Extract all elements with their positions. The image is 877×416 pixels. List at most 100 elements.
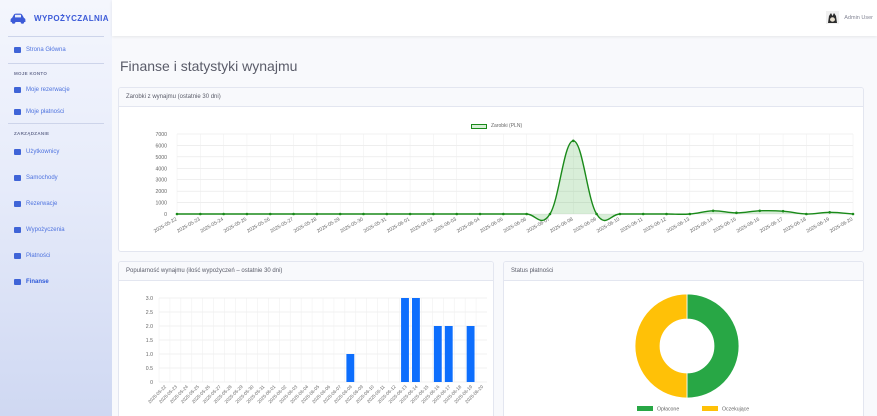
data-point [571,139,575,143]
sidebar-item-label: Strona Główna [26,47,66,53]
x-tick-label: 2025-06-20 [829,216,854,234]
x-tick-label: 2025-06-01 [386,216,411,234]
sidebar-item-my-payments[interactable]: Moje płatności [0,101,112,123]
x-tick-label: 2025-05-27 [269,216,294,234]
x-tick-label: 2025-05-22 [153,216,178,234]
x-tick-label: 2025-06-12 [642,216,667,234]
data-point [758,209,762,213]
y-tick-label: 0.5 [146,366,153,372]
sidebar-item-label: Użytkownicy [26,149,60,155]
x-tick-label: 2025-06-14 [689,216,714,234]
data-point [362,212,365,216]
data-point [315,212,319,216]
bar [433,326,442,382]
data-point [199,212,202,216]
popularity-card: Popularność wynajmu (ilość wypożyczeń – … [118,261,494,416]
card-title: Zarobki z wynajmu (ostatnie 30 dni) [119,88,863,107]
pie-slice [634,293,688,399]
x-tick-label: 2025-06-19 [806,216,831,234]
sidebar-heading-account: MOJE KONTO [14,70,48,76]
legend-label: Oczekujące [722,407,749,413]
sidebar-item-reservations[interactable]: Rezerwacje [0,191,112,217]
y-tick-label: 2.5 [146,310,153,316]
y-tick-label: 3000 [155,178,167,184]
y-tick-label: 2.0 [146,324,153,330]
y-tick-label: 1.0 [146,352,153,358]
pie-slice [686,293,740,399]
x-tick-label: 2025-06-08 [549,216,574,234]
calendar-icon [14,87,21,93]
earnings-card: Zarobki z wynajmu (ostatnie 30 dni) Zaro… [118,87,864,252]
x-tick-label: 2025-05-24 [199,216,224,234]
x-tick-label: 2025-05-23 [176,216,201,234]
divider [8,123,104,124]
bar [411,298,420,382]
y-tick-label: 7000 [155,132,167,138]
x-tick-label: 2025-05-25 [223,216,248,234]
user-name: Admin User [844,14,873,21]
data-point [735,211,738,215]
sidebar-item-cars[interactable]: Samochody [0,165,112,191]
avatar [826,11,840,24]
legend-swatch [637,406,653,411]
x-tick-label: 2025-06-04 [456,216,481,234]
data-point [525,212,528,216]
legend-swatch [702,406,718,411]
data-point [455,212,459,216]
calendar-icon [14,201,21,207]
data-point [338,212,342,216]
bar [444,326,453,382]
user-menu[interactable]: Admin User [826,11,873,24]
data-point [245,212,249,216]
money-icon [14,253,21,259]
y-tick-label: 3.0 [146,296,153,302]
series-area [177,140,853,221]
car-icon [10,13,26,24]
x-tick-label: 2025-05-31 [363,216,388,234]
sidebar-item-label: Rezerwacje [26,201,58,207]
sidebar-item-finance[interactable]: Finanse [0,269,112,295]
brand[interactable]: WYPOŻYCZALNIA [0,0,112,36]
sidebar-item-label: Samochody [26,175,58,181]
bar [346,354,355,382]
sidebar-item-home[interactable]: Strona Główna [0,37,112,63]
sidebar-item-label: Płatności [26,253,51,259]
x-tick-label: 2025-06-11 [619,216,644,234]
sidebar-heading-admin: ZARZĄDZANIE [14,130,50,136]
users-icon [14,149,21,155]
file-icon [14,227,21,233]
sidebar-item-my-reservations[interactable]: Moje rezerwacje [0,79,112,101]
payment-status-donut-chart: Opłacone Oczekujące [634,293,749,413]
dashboard-icon [14,47,21,53]
y-tick-label: 6000 [155,143,167,149]
money-icon [14,279,21,285]
data-point [432,212,435,216]
x-tick-label: 2025-06-16 [736,216,761,234]
x-tick-label: 2025-06-02 [409,216,434,234]
sidebar-item-label: Moje rezerwacje [26,87,70,93]
data-point [268,212,272,216]
brand-name: WYPOŻYCZALNIA [34,13,109,23]
divider [8,63,104,64]
data-point [502,212,505,216]
car-icon [14,175,21,181]
data-point [781,209,785,213]
data-point [548,212,552,216]
y-tick-label: 0 [150,380,153,386]
data-point [711,209,715,213]
x-tick-label: 2025-06-18 [782,216,807,234]
sidebar-item-users[interactable]: Użytkownicy [0,139,112,165]
sidebar-item-rentals[interactable]: Wypożyczenia [0,217,112,243]
data-point [478,212,482,216]
x-tick-label: 2025-05-26 [246,216,271,234]
x-tick-label: 2025-06-05 [479,216,504,234]
sidebar-item-payments[interactable]: Płatności [0,243,112,269]
y-tick-label: 4000 [155,166,167,172]
y-tick-label: 2000 [155,189,167,195]
payment-status-card: Status płatności Opłacone Oczekujące [503,261,864,416]
x-tick-label: 2025-06-17 [759,216,784,234]
x-tick-label: 2025-06-15 [712,216,737,234]
data-point [385,212,389,216]
x-tick-label: 2025-05-30 [339,216,364,234]
legend-label: Opłacone [657,407,679,413]
